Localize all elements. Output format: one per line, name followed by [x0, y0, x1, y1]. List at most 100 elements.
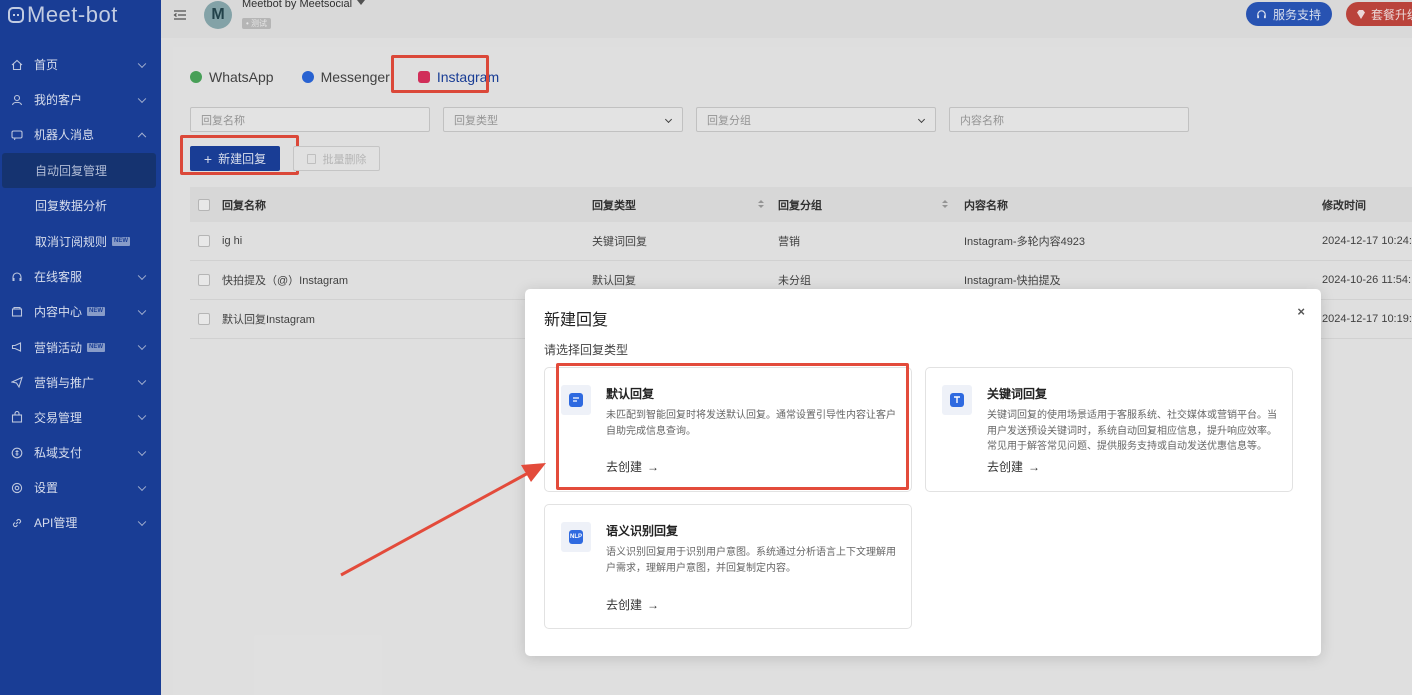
sidebar-item-online-service[interactable]: 在线客服: [0, 259, 161, 294]
sidebar: Meet-bot 首页 我的客户 机器人消息 自动回复管理 回复数据分析 取消订…: [0, 0, 161, 695]
cell-group: 未分组: [778, 275, 811, 287]
reply-name-input[interactable]: 回复名称: [190, 107, 430, 132]
col-header-group[interactable]: 回复分组: [778, 197, 822, 213]
sidebar-item-content-center[interactable]: 内容中心 NEW: [0, 294, 161, 329]
cell-type: 默认回复: [592, 275, 636, 287]
headset-icon: [11, 271, 23, 283]
trash-icon: [306, 153, 316, 164]
reply-type-placeholder: 回复类型: [454, 114, 498, 127]
cell-content: Instagram-多轮内容4923: [964, 236, 1086, 248]
chevron-down-icon: [137, 376, 147, 386]
chevron-up-icon: [137, 132, 147, 142]
sidebar-subitem-auto-reply[interactable]: 自动回复管理: [2, 152, 156, 189]
card-title: 语义识别回复: [606, 524, 679, 538]
whatsapp-icon: [190, 71, 202, 83]
select-all-checkbox[interactable]: [198, 198, 210, 211]
sidebar-subitem-label: 取消订阅规则: [35, 234, 108, 249]
row-checkbox[interactable]: [198, 235, 210, 247]
tab-label: WhatsApp: [209, 69, 274, 85]
reply-type-select[interactable]: 回复类型: [443, 107, 683, 132]
reply-group-placeholder: 回复分组: [707, 114, 751, 127]
caret-down-icon: [357, 0, 366, 5]
diamond-icon: [1356, 9, 1366, 20]
batch-delete-button[interactable]: 批量删除: [293, 146, 380, 171]
nlp-icon: NLP: [569, 530, 583, 544]
sidebar-menu: 首页 我的客户 机器人消息 自动回复管理 回复数据分析 取消订阅规则 NEW 在线…: [0, 47, 161, 541]
reply-type-card-keyword[interactable]: 关键词回复 关键词回复的使用场景适用于客服系统、社交媒体或营销平台。当用户发送预…: [925, 367, 1293, 492]
sidebar-item-home[interactable]: 首页: [0, 47, 161, 82]
new-badge: NEW: [112, 236, 131, 246]
sidebar-subitem-label: 回复数据分析: [35, 199, 108, 214]
sort-icon[interactable]: [942, 200, 948, 209]
megaphone-icon: [11, 341, 23, 353]
env-tag: • 测试: [242, 18, 272, 29]
semantic-reply-icon: NLP: [561, 522, 591, 552]
col-header-time: 修改时间: [1322, 199, 1366, 212]
coin-icon: [11, 447, 23, 459]
sidebar-item-label: 私域支付: [34, 446, 83, 461]
create-link[interactable]: 去创建 →: [987, 458, 1040, 475]
sidebar-item-transactions[interactable]: 交易管理: [0, 400, 161, 435]
support-button[interactable]: 服务支持: [1246, 2, 1333, 26]
cell-name: 快拍提及（@）Instagram: [222, 275, 349, 287]
tab-whatsapp[interactable]: WhatsApp: [190, 67, 274, 87]
sidebar-item-bot-messages[interactable]: 机器人消息: [0, 117, 161, 152]
content-name-input[interactable]: 内容名称: [949, 107, 1189, 132]
link-icon: [11, 517, 23, 529]
new-badge: NEW: [87, 307, 106, 317]
card-description: 语义识别回复用于识别用户意图。系统通过分析语言上下文理解用户需求，理解用户意图，…: [606, 547, 896, 574]
table-row[interactable]: ig hi 关键词回复 营销 Instagram-多轮内容4923 2024-1…: [190, 222, 1412, 261]
content-icon: [11, 306, 23, 318]
reply-name-placeholder: 回复名称: [201, 114, 245, 127]
headset-icon: [1256, 9, 1267, 20]
sidebar-item-api[interactable]: API管理: [0, 505, 161, 540]
reply-type-card-semantic[interactable]: NLP 语义识别回复 语义识别回复用于识别用户意图。系统通过分析语言上下文理解用…: [544, 504, 912, 629]
sidebar-subitem-unsubscribe-rules[interactable]: 取消订阅规则 NEW: [0, 224, 161, 260]
reply-group-select[interactable]: 回复分组: [696, 107, 936, 132]
highlight-box-default-card: [556, 363, 909, 490]
row-checkbox[interactable]: [198, 274, 210, 286]
chevron-down-icon: [917, 115, 926, 124]
avatar[interactable]: M: [204, 1, 232, 29]
new-reply-modal: 新建回复 × 请选择回复类型 默认回复 未匹配到智能回复时将发送默认回复。通常设…: [525, 289, 1321, 656]
modal-subtitle: 请选择回复类型: [544, 343, 629, 357]
tab-messenger[interactable]: Messenger: [301, 67, 390, 87]
chevron-down-icon: [137, 411, 147, 421]
cell-type: 关键词回复: [592, 236, 647, 248]
create-link-label: 去创建: [606, 598, 643, 612]
chevron-down-icon: [137, 94, 147, 103]
cell-time: 2024-12-17 10:24:: [1322, 235, 1412, 247]
sidebar-item-marketing-activities[interactable]: 营销活动 NEW: [0, 329, 161, 364]
card-description: 关键词回复的使用场景适用于客服系统、社交媒体或营销平台。当用户发送预设关键词时，…: [987, 410, 1277, 452]
sidebar-item-private-payment[interactable]: 私域支付: [0, 435, 161, 470]
app-logo[interactable]: Meet-bot: [0, 0, 161, 30]
upgrade-label: 套餐升级: [1371, 7, 1412, 22]
arrow-right-icon: →: [1028, 460, 1041, 474]
sidebar-item-label: 机器人消息: [34, 128, 95, 143]
sidebar-item-customers[interactable]: 我的客户: [0, 82, 161, 117]
chevron-down-icon: [137, 59, 147, 68]
sidebar-item-label: 内容中心: [34, 305, 83, 320]
sidebar-item-settings[interactable]: 设置: [0, 470, 161, 505]
content-name-placeholder: 内容名称: [960, 114, 1004, 127]
collapse-menu-icon[interactable]: [173, 8, 187, 22]
create-link[interactable]: 去创建 →: [606, 596, 659, 613]
upgrade-button[interactable]: 套餐升级: [1346, 2, 1412, 26]
highlight-box-new-button: [180, 135, 299, 175]
sidebar-item-marketing-promotion[interactable]: 营销与推广: [0, 365, 161, 400]
account-switcher[interactable]: Meetbot by Meetsocial: [242, 0, 366, 10]
bot-icon: [11, 129, 23, 141]
sort-icon[interactable]: [758, 200, 764, 209]
table-header: 回复名称 回复类型 回复分组 内容名称 修改时间: [190, 187, 1412, 222]
bag-icon: [11, 411, 23, 423]
messenger-icon: [301, 71, 314, 83]
close-icon[interactable]: ×: [1297, 304, 1305, 319]
account-name: Meetbot by Meetsocial: [242, 0, 353, 10]
col-header-type[interactable]: 回复类型: [592, 197, 636, 213]
col-header-content: 内容名称: [964, 199, 1008, 212]
sidebar-subitem-reply-analytics[interactable]: 回复数据分析: [0, 188, 161, 224]
send-icon: [11, 376, 23, 389]
home-icon: [11, 59, 23, 71]
row-checkbox[interactable]: [198, 313, 210, 325]
cell-name: 默认回复Instagram: [222, 314, 315, 326]
